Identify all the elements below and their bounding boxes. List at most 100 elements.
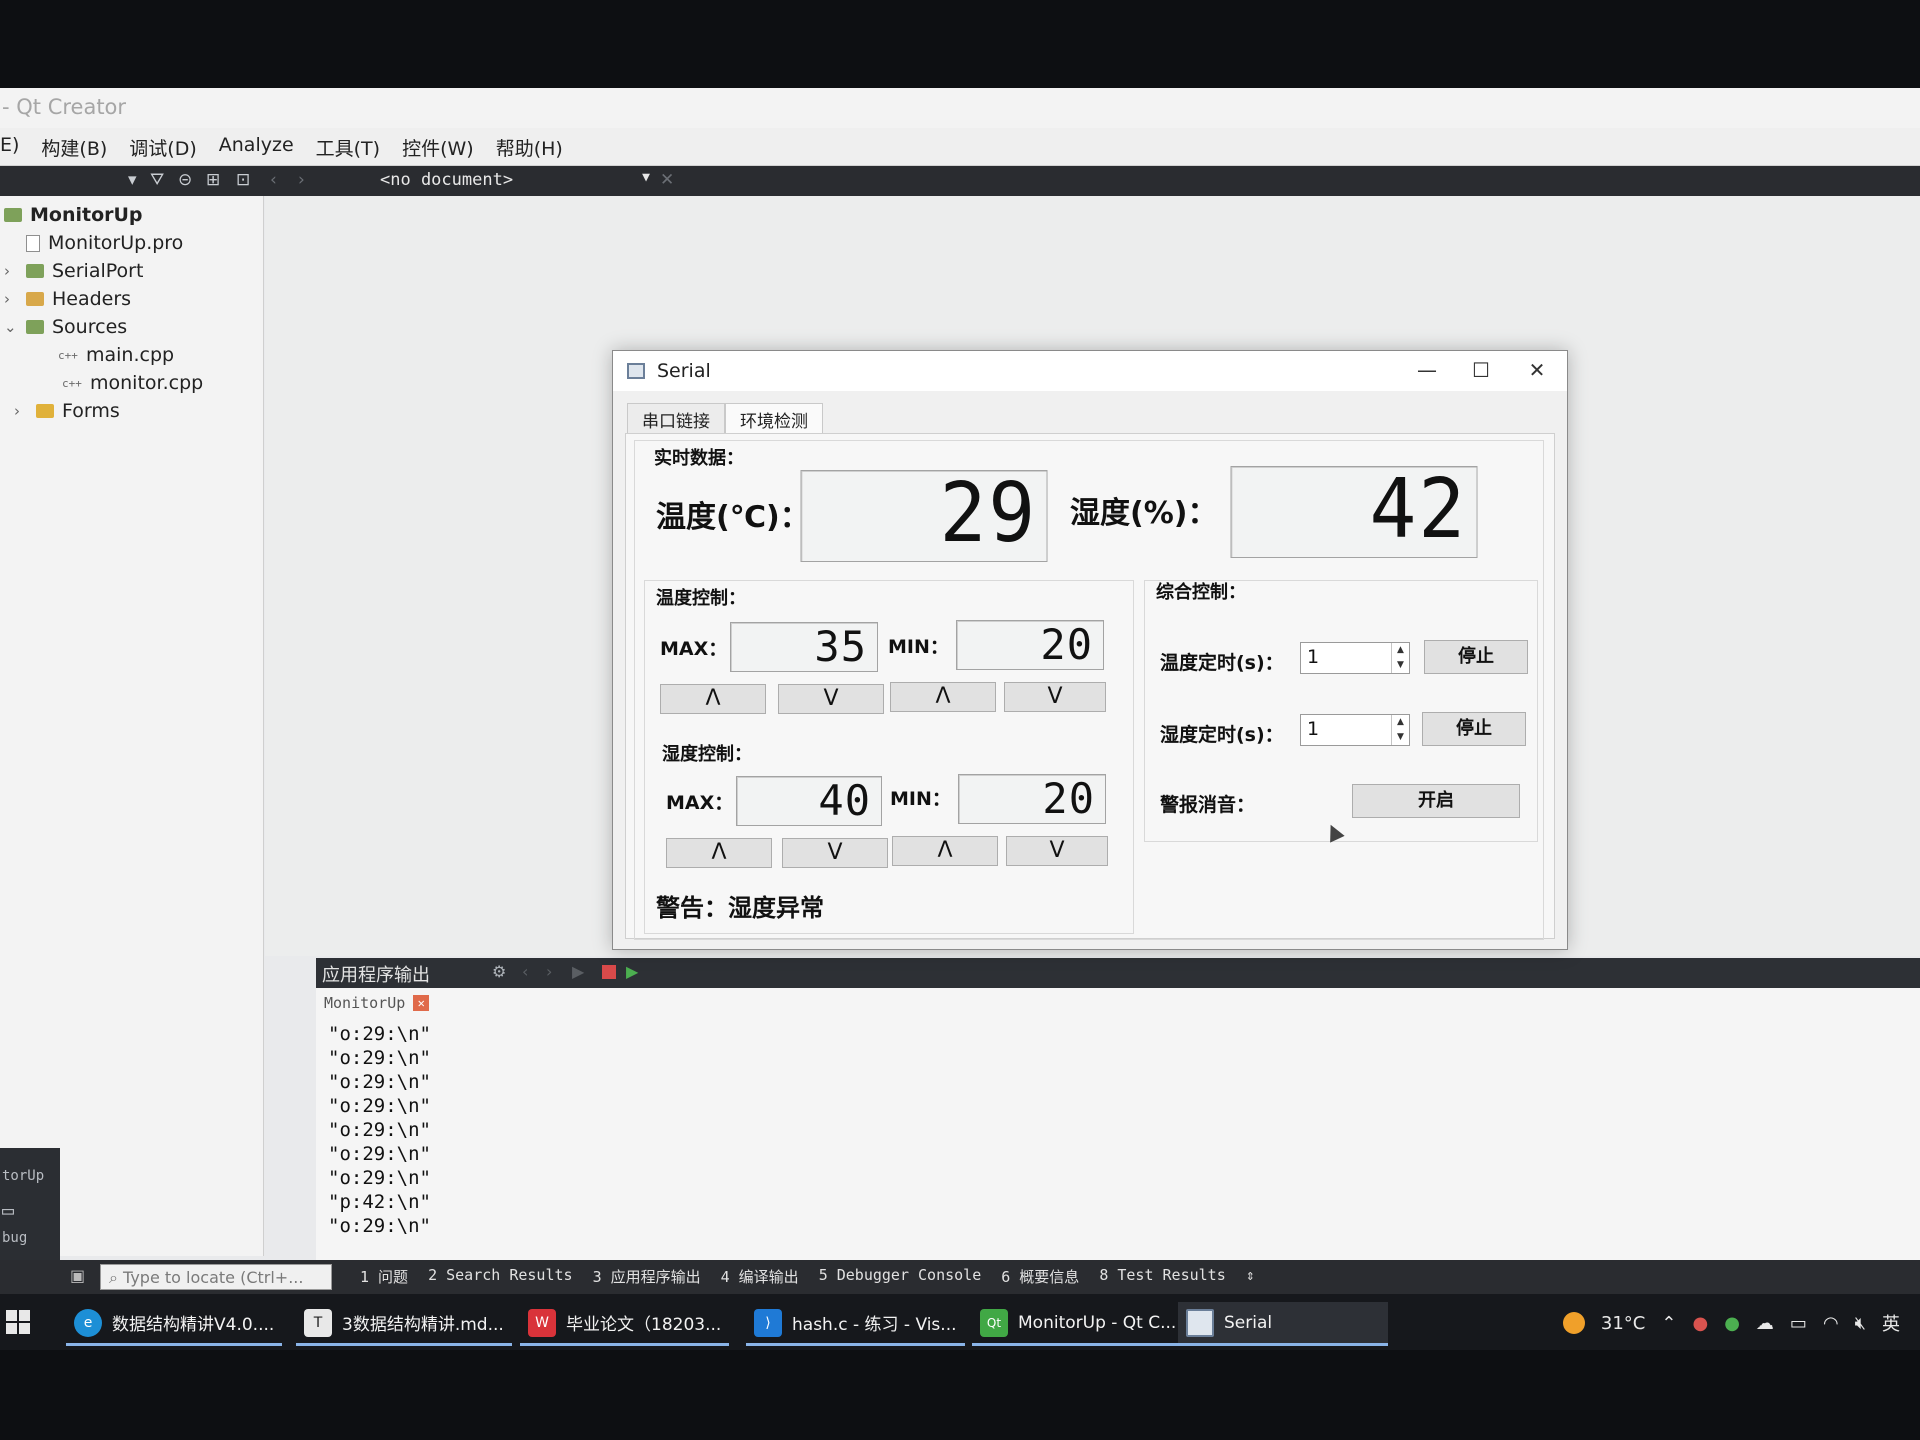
taskbar-item-typora[interactable]: T 3数据结构精讲.md...	[296, 1302, 512, 1346]
output-line: "o:29:\n"	[328, 1023, 431, 1045]
weather-temperature[interactable]: 31°C	[1601, 1313, 1645, 1334]
temp-timer-value: 1	[1307, 646, 1320, 668]
menu-build[interactable]: 构建(B)	[41, 134, 107, 165]
tree-item-pro-file[interactable]: MonitorUp.pro	[26, 232, 183, 254]
taskbar-item-qtcreator[interactable]: Qt MonitorUp - Qt C...	[972, 1302, 1185, 1346]
tree-item-main-cpp[interactable]: c++ main.cpp	[58, 344, 174, 366]
humi-max-down-button[interactable]: V	[782, 838, 888, 868]
chevron-up-icon[interactable]: ⌃	[1661, 1313, 1676, 1334]
tab-environment-monitor[interactable]: 环境检测	[725, 403, 823, 433]
chevron-right-icon[interactable]: ›	[14, 402, 28, 420]
tree-item-serialport[interactable]: › SerialPort	[4, 260, 143, 282]
locate-placeholder: Type to locate (Ctrl+...	[123, 1268, 304, 1287]
dropdown-icon[interactable]: ▾	[128, 170, 137, 190]
forward-icon[interactable]: ›	[298, 170, 305, 190]
menu-debug[interactable]: 调试(D)	[129, 134, 196, 165]
taskbar-item-vscode[interactable]: ⟩ hash.c - 练习 - Vis...	[746, 1302, 965, 1346]
menu-help[interactable]: 帮助(H)	[496, 134, 563, 165]
temp-timer-spinbox[interactable]: 1 ▲ ▼	[1300, 642, 1410, 674]
pane-tab-general-messages[interactable]: 6 概要信息	[1001, 1266, 1079, 1287]
edge-browser-icon: e	[74, 1308, 102, 1337]
run-icon[interactable]: ▶	[626, 962, 638, 981]
close-document-icon[interactable]: ✕	[660, 170, 674, 190]
wps-icon: W	[528, 1308, 556, 1337]
spin-arrows-icon[interactable]: ▲ ▼	[1391, 643, 1409, 673]
pane-tab-search-results[interactable]: 2 Search Results	[428, 1266, 573, 1287]
cloud-icon[interactable]: ☁	[1756, 1313, 1774, 1334]
chevron-right-icon[interactable]: ›	[4, 290, 18, 308]
close-icon[interactable]: ✕	[413, 995, 430, 1011]
link-icon[interactable]: ⊝	[178, 170, 192, 190]
environment-tab-page: 实时数据： 温度(℃)： 29 湿度(%)： 42 温度控制： MAX： 35 …	[625, 433, 1555, 940]
close-pane-icon[interactable]: ⊡	[236, 170, 250, 190]
serial-title-bar[interactable]: Serial — ☐ ✕	[613, 351, 1567, 391]
search-icon: ⌕	[109, 1268, 124, 1287]
output-tab[interactable]: MonitorUp ✕	[324, 992, 430, 1014]
output-line: "o:29:\n"	[328, 1119, 431, 1141]
pane-tab-compile-output[interactable]: 4 编译输出	[721, 1266, 799, 1287]
tree-item-forms[interactable]: › Forms	[14, 400, 120, 422]
filter-icon[interactable]: ⛛	[150, 170, 164, 190]
app-tray-icon[interactable]: ●	[1692, 1313, 1708, 1334]
stop-icon[interactable]	[602, 965, 616, 979]
document-select[interactable]: <no document> ▼	[380, 170, 650, 192]
menu-tools[interactable]: 工具(T)	[316, 134, 380, 165]
maximize-button[interactable]: ☐	[1457, 355, 1505, 385]
alarm-mute-button[interactable]: 开启	[1352, 784, 1520, 818]
humi-max-up-button[interactable]: Λ	[666, 838, 772, 868]
humi-min-label: MIN：	[890, 788, 951, 810]
pane-tab-debugger-console[interactable]: 5 Debugger Console	[819, 1266, 982, 1287]
minimize-button[interactable]: —	[1403, 355, 1451, 385]
pane-tab-app-output[interactable]: 3 应用程序输出	[593, 1266, 701, 1287]
split-icon[interactable]: ⊞	[206, 170, 220, 190]
rerun-icon[interactable]: ▶	[572, 962, 584, 981]
tree-item-label: Headers	[52, 288, 132, 310]
menu-widgets[interactable]: 控件(W)	[402, 134, 474, 165]
sidebar-toggle-icon[interactable]: ▣	[70, 1266, 85, 1285]
ime-indicator[interactable]: 英	[1882, 1310, 1900, 1336]
pane-tab-issues[interactable]: 1 问题	[360, 1266, 408, 1287]
temp-stop-button[interactable]: 停止	[1424, 640, 1528, 674]
wifi-icon[interactable]: ◠	[1823, 1313, 1839, 1334]
temp-max-up-button[interactable]: Λ	[660, 684, 766, 714]
volume-muted-icon[interactable]: 🔇︎	[1855, 1313, 1866, 1334]
humi-min-down-button[interactable]: V	[1006, 836, 1108, 866]
battery-icon[interactable]: ▭	[1790, 1313, 1807, 1334]
chevron-down-icon[interactable]: ⌄	[4, 318, 18, 336]
chevron-updown-icon[interactable]: ⇕	[1246, 1266, 1255, 1287]
chevron-right-icon[interactable]: ›	[4, 262, 18, 280]
pane-tab-test-results[interactable]: 8 Test Results	[1099, 1266, 1225, 1287]
forward-icon[interactable]: ›	[546, 962, 552, 981]
output-line: "p:42:\n"	[328, 1191, 431, 1213]
menu-analyze[interactable]: Analyze	[219, 134, 294, 165]
temp-min-up-button[interactable]: Λ	[890, 682, 996, 712]
tab-serial-link[interactable]: 串口链接	[627, 403, 725, 433]
temp-max-down-button[interactable]: V	[778, 684, 884, 714]
tree-item-headers[interactable]: › Headers	[4, 288, 131, 310]
settings-icon[interactable]: ⚙	[492, 962, 506, 981]
temp-min-down-button[interactable]: V	[1004, 682, 1106, 712]
back-icon[interactable]: ‹	[522, 962, 528, 981]
locate-input[interactable]: ⌕ Type to locate (Ctrl+...	[100, 1264, 332, 1290]
humi-stop-button[interactable]: 停止	[1422, 712, 1526, 746]
wechat-icon[interactable]: ●	[1724, 1313, 1740, 1334]
weather-sun-icon[interactable]	[1562, 1312, 1585, 1334]
humi-timer-label: 湿度定时(s)：	[1160, 724, 1284, 746]
taskbar-item-serial[interactable]: Serial	[1178, 1302, 1388, 1346]
close-button[interactable]: ✕	[1513, 355, 1561, 385]
taskbar-item-label: Serial	[1224, 1312, 1273, 1333]
monitor-icon[interactable]: ▭	[2, 1198, 14, 1222]
humi-max-lcd: 40	[736, 776, 882, 826]
tree-item-sources[interactable]: ⌄ Sources	[4, 316, 127, 338]
temp-min-label: MIN：	[888, 636, 949, 658]
tree-root-project[interactable]: MonitorUp	[4, 204, 143, 226]
menu-edit[interactable]: E)	[0, 134, 19, 165]
tree-item-monitor-cpp[interactable]: c++ monitor.cpp	[62, 372, 203, 394]
taskbar-item-wps[interactable]: W 毕业论文（18203...	[520, 1302, 730, 1346]
windows-start-icon[interactable]	[6, 1310, 30, 1334]
humi-timer-spinbox[interactable]: 1 ▲ ▼	[1300, 714, 1410, 746]
back-icon[interactable]: ‹	[270, 170, 277, 190]
spin-arrows-icon[interactable]: ▲ ▼	[1391, 715, 1409, 745]
humi-min-up-button[interactable]: Λ	[892, 836, 998, 866]
taskbar-item-edge[interactable]: e 数据结构精讲V4.0....	[66, 1302, 283, 1346]
